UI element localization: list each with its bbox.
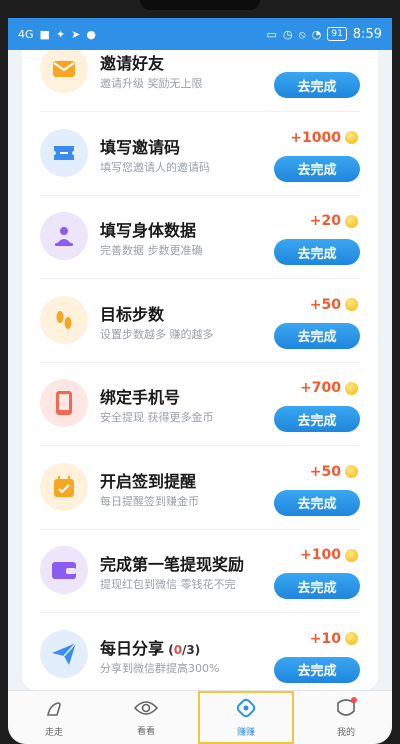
task-progress: (0/3) <box>164 642 201 657</box>
task-row: 目标步数设置步数越多 赚的越多 +50 去完成 <box>22 279 378 363</box>
go-complete-button[interactable]: 去完成 <box>274 72 360 98</box>
reward-amount: +700 <box>300 380 358 396</box>
task-row: 邀请好友邀请升级 奖励无上限 去完成 <box>22 50 378 112</box>
wallet-icon <box>40 546 88 594</box>
paper-plane-icon <box>40 629 88 678</box>
penguin-icon: ● <box>86 27 96 41</box>
diamond-icon <box>235 697 257 722</box>
tab-profile[interactable]: 我的 <box>300 691 392 744</box>
reward-amount: +1000 <box>290 130 358 146</box>
footprints-icon <box>40 295 88 344</box>
reward-amount: +10 <box>310 631 358 647</box>
coin-icon <box>345 214 358 228</box>
task-row: 绑定手机号安全提现 获得更多金币 +700 去完成 <box>22 362 378 446</box>
task-row: 开启签到提醒每日提醒签到赚金币 +50 去完成 <box>22 446 378 530</box>
signal-icon: 4G <box>18 27 34 41</box>
reward-amount: +100 <box>300 547 358 563</box>
paper-plane-status-icon: ➤ <box>71 27 81 41</box>
nfc-icon: ▭ <box>266 27 277 41</box>
tab-eye[interactable]: 看看 <box>100 691 192 744</box>
task-row: 填写邀请码填写您邀请人的邀请码 +1000 去完成 <box>22 112 378 196</box>
task-title: 邀请好友 <box>100 54 165 73</box>
task-description: 完善数据 步数更准确 <box>100 244 203 257</box>
ticket-icon <box>40 128 88 177</box>
tab-diamond[interactable]: 赚赚 <box>198 691 294 744</box>
coin-icon <box>345 465 358 478</box>
person-scale-icon <box>40 212 88 260</box>
task-description: 提现红包到微信 零钱花不完 <box>100 578 236 591</box>
battery-indicator: 91 <box>327 27 347 41</box>
walk-icon <box>43 697 65 722</box>
go-complete-button[interactable]: 去完成 <box>274 656 360 683</box>
task-title: 填写身体数据 <box>100 221 197 240</box>
coin-icon <box>345 632 358 645</box>
go-complete-button[interactable]: 去完成 <box>274 573 360 599</box>
task-description: 分享到微信群提高300% <box>100 661 220 675</box>
notification-square-icon: ■ <box>39 27 50 41</box>
tab-label: 走走 <box>44 728 63 738</box>
task-row: 填写身体数据完善数据 步数更准确 +20 去完成 <box>22 195 378 279</box>
task-title: 开启签到提醒 <box>100 471 197 491</box>
tab-label: 看看 <box>136 727 155 737</box>
mute-icon: ⦸ <box>298 27 306 41</box>
eye-icon <box>133 698 159 721</box>
coin-icon <box>345 381 358 395</box>
coin-icon <box>345 298 358 311</box>
task-row: 完成第一笔提现奖励提现红包到微信 零钱花不完 +100 去完成 <box>22 529 378 613</box>
wifi-icon: ◔ <box>311 27 322 41</box>
tab-label: 赚赚 <box>236 728 255 738</box>
reward-amount: +50 <box>310 464 358 480</box>
go-complete-button[interactable]: 去完成 <box>274 239 360 265</box>
status-bar: 4G ■ ✦ ➤ ● ▭ ◷ ⦸ ◔ 91 8:59 <box>8 18 392 50</box>
calendar-check-icon <box>40 462 88 511</box>
envelope-icon <box>40 50 88 93</box>
task-description: 安全提现 获得更多金币 <box>100 411 214 424</box>
alarm-icon: ◷ <box>282 27 293 41</box>
phone-screen: 4G ■ ✦ ➤ ● ▭ ◷ ⦸ ◔ 91 8:59 邀请好友邀请升级 奖励无上… <box>8 0 392 744</box>
coin-icon <box>345 548 358 562</box>
task-description: 填写您邀请人的邀请码 <box>100 160 210 174</box>
phone-icon <box>40 379 88 427</box>
coin-icon <box>345 131 358 144</box>
bottom-tab-bar: 走走 看看 赚赚 我的 <box>8 690 392 744</box>
tab-label: 我的 <box>336 728 355 738</box>
task-title: 完成第一笔提现奖励 <box>100 555 245 574</box>
task-description: 邀请升级 奖励无上限 <box>100 77 203 90</box>
task-title: 目标步数 <box>100 304 165 324</box>
device-top-bezel <box>8 0 392 18</box>
go-complete-button[interactable]: 去完成 <box>274 489 360 516</box>
task-description: 设置步数越多 赚的越多 <box>100 327 214 341</box>
go-complete-button[interactable]: 去完成 <box>274 155 360 182</box>
running-icon: ✦ <box>55 27 66 41</box>
task-title: 填写邀请码 <box>100 137 181 157</box>
reward-amount: +50 <box>310 297 358 313</box>
task-list-card: 邀请好友 邀请升级 奖励无上限 去完成 填写邀请码 填写您邀请人的邀请码 +1000 去完成… <box>22 50 378 690</box>
go-complete-button[interactable]: 去完成 <box>274 322 360 349</box>
task-title: 每日分享 (0/3) <box>100 638 201 658</box>
tab-walk[interactable]: 走走 <box>8 691 100 744</box>
status-time: 8:59 <box>352 26 382 42</box>
task-title: 绑定手机号 <box>100 388 181 407</box>
notification-badge <box>350 697 357 703</box>
task-row: 每日分享 (0/3) 分享到微信群提高300% +10 去完成 <box>22 613 378 691</box>
go-complete-button[interactable]: 去完成 <box>274 406 360 432</box>
reward-amount: +20 <box>310 213 358 229</box>
task-description: 每日提醒签到赚金币 <box>100 494 199 508</box>
